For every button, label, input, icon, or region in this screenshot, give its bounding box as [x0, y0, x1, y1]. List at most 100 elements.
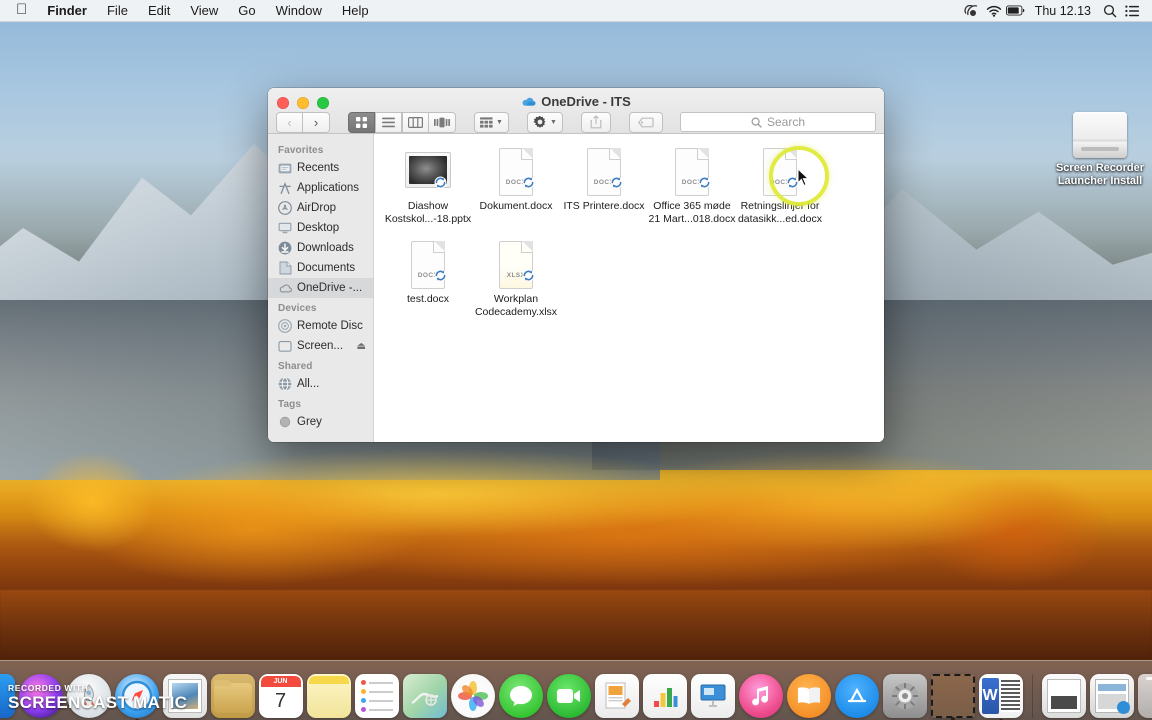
- onedrive-sync-badge-icon: [434, 269, 447, 282]
- window-title: OneDrive - ITS: [268, 94, 884, 109]
- icon-view-button[interactable]: [348, 111, 375, 133]
- finder-window[interactable]: OneDrive - ITS ‹ › ▼ ▼ Search Favorites …: [268, 88, 884, 442]
- menu-item-edit[interactable]: Edit: [138, 0, 180, 22]
- dock-item-system-preferences[interactable]: [882, 674, 927, 718]
- dock-item-pages[interactable]: [594, 674, 639, 718]
- sidebar-item-airdrop[interactable]: AirDrop: [268, 198, 373, 218]
- sidebar-item-documents[interactable]: Documents: [268, 258, 373, 278]
- gallery-view-button[interactable]: [429, 111, 456, 133]
- dock-item-itunes[interactable]: [738, 674, 783, 718]
- dock-item-reminders[interactable]: [354, 674, 399, 718]
- tags-button[interactable]: [628, 111, 663, 133]
- onedrive-sync-badge-icon: [698, 176, 711, 189]
- dock-item-numbers[interactable]: [642, 674, 687, 718]
- dock-item-maps[interactable]: [402, 674, 447, 718]
- menu-item-window[interactable]: Window: [266, 0, 332, 22]
- nav-buttons: ‹ ›: [276, 111, 330, 133]
- dock-item-photos-preview[interactable]: [162, 674, 207, 718]
- dock-item-finder[interactable]: [0, 674, 15, 718]
- finder-content-area[interactable]: Diashow Kostskol...-18.pptx DOCX Dokument.…: [374, 134, 884, 442]
- file-item[interactable]: DOCX Dokument.docx: [472, 146, 560, 225]
- file-item[interactable]: XLSX Workplan Codecademy.xlsx: [472, 239, 560, 318]
- dock-item-documents-stack[interactable]: [1041, 674, 1086, 718]
- search-input[interactable]: Search: [680, 112, 876, 132]
- dock-item-downloads-stack[interactable]: [1089, 674, 1134, 718]
- dock-item-screen-recorder[interactable]: [930, 674, 975, 720]
- action-gear-button[interactable]: ▼: [526, 111, 563, 133]
- docx-file-icon: DOCX: [667, 146, 717, 196]
- sidebar-item-downloads[interactable]: Downloads: [268, 238, 373, 258]
- file-item[interactable]: DOCX Retningslinjer for datasikk...ed.doc…: [736, 146, 824, 225]
- sidebar-item-label: AirDrop: [297, 202, 336, 214]
- dock-item-folder[interactable]: [210, 674, 255, 718]
- sidebar-section-devices: Devices: [278, 303, 317, 314]
- file-item[interactable]: DOCX ITS Printere.docx: [560, 146, 648, 225]
- finder-body: Favorites Recents Applications AirDrop Deskt…: [268, 134, 884, 442]
- back-button[interactable]: ‹: [276, 111, 303, 133]
- file-item[interactable]: DOCX test.docx: [384, 239, 472, 318]
- file-name-label: Workplan Codecademy.xlsx: [474, 293, 558, 318]
- finder-titlebar[interactable]: OneDrive - ITS ‹ › ▼ ▼ Search: [268, 88, 884, 134]
- file-item[interactable]: Diashow Kostskol...-18.pptx: [384, 146, 472, 225]
- dock-item-photos[interactable]: [450, 674, 495, 718]
- file-item[interactable]: DOCX Office 365 møde 21 Mart...018.docx: [648, 146, 736, 225]
- eject-icon[interactable]: ⏏: [357, 341, 369, 352]
- search-icon: [751, 116, 762, 128]
- recents-icon: [278, 161, 292, 175]
- dock-item-siri[interactable]: [18, 674, 63, 718]
- menu-item-finder[interactable]: Finder: [37, 0, 97, 22]
- menu-item-view[interactable]: View: [180, 0, 228, 22]
- apple-logo-icon[interactable]: : [10, 0, 37, 23]
- sidebar-item-onedrive[interactable]: OneDrive -...: [268, 278, 373, 298]
- airplay-icon[interactable]: [962, 0, 982, 22]
- sidebar-item-recents[interactable]: Recents: [268, 158, 373, 178]
- notification-center-icon[interactable]: [1122, 0, 1142, 22]
- dock-item-app-store[interactable]: [834, 674, 879, 718]
- documents-icon: [278, 261, 292, 275]
- spotlight-search-icon[interactable]: [1100, 0, 1120, 22]
- menu-item-help[interactable]: Help: [332, 0, 379, 22]
- menu-item-go[interactable]: Go: [228, 0, 265, 22]
- dock-item-facetime[interactable]: [546, 674, 591, 718]
- wifi-icon[interactable]: [984, 0, 1004, 22]
- dock-item-messages[interactable]: [498, 674, 543, 718]
- menu-item-file[interactable]: File: [97, 0, 138, 22]
- grey-tag-icon: [278, 415, 292, 429]
- sidebar-item-applications[interactable]: Applications: [268, 178, 373, 198]
- finder-sidebar[interactable]: Favorites Recents Applications AirDrop Deskt…: [268, 134, 374, 442]
- sidebar-item-desktop[interactable]: Desktop: [268, 218, 373, 238]
- sidebar-item-label: Screen...: [297, 340, 344, 352]
- applications-icon: [278, 181, 292, 195]
- dock-item-safari[interactable]: [114, 674, 159, 720]
- sidebar-item-label: Desktop: [297, 222, 340, 234]
- list-view-button[interactable]: [375, 111, 402, 133]
- dock-item-keynote[interactable]: [690, 674, 735, 718]
- file-grid: Diashow Kostskol...-18.pptx DOCX Dokument.…: [384, 146, 880, 332]
- docx-file-icon: DOCX: [491, 146, 541, 196]
- dock-item-trash[interactable]: [1137, 674, 1152, 718]
- forward-button[interactable]: ›: [303, 111, 330, 133]
- column-view-button[interactable]: [402, 111, 429, 133]
- battery-icon[interactable]: [1005, 0, 1026, 22]
- onedrive-sync-badge-icon: [522, 176, 535, 189]
- share-button[interactable]: [580, 111, 611, 133]
- dock[interactable]: JUN 7 W: [0, 660, 1152, 720]
- sidebar-item-grey[interactable]: Grey: [268, 412, 373, 432]
- sidebar-item-screen[interactable]: Screen... ⏏: [268, 336, 373, 356]
- dock-item-notes[interactable]: [306, 674, 351, 718]
- dock-item-calendar[interactable]: JUN 7: [258, 674, 303, 718]
- sidebar-item-label: Documents: [297, 262, 356, 274]
- sidebar-item-all[interactable]: All...: [268, 374, 373, 394]
- desktop-icon-screen-recorder[interactable]: Screen Recorder Launcher Install: [1052, 112, 1148, 188]
- menu-bar-clock[interactable]: Thu 12.13: [1028, 0, 1098, 22]
- desktop-screen:  Finder File Edit View Go Window Help T…: [0, 0, 1152, 720]
- autumn-trees-decor: [0, 430, 1152, 610]
- sidebar-item-label: Downloads: [297, 242, 354, 254]
- sidebar-item-remote-disc[interactable]: Remote Disc: [268, 316, 373, 336]
- dock-item-microsoft-word[interactable]: W: [978, 674, 1023, 720]
- dock-item-launchpad[interactable]: [66, 674, 111, 718]
- arrange-by-button[interactable]: ▼: [474, 111, 509, 133]
- menu-bar-left:  Finder File Edit View Go Window Help: [0, 0, 379, 23]
- dock-item-ibooks[interactable]: [786, 674, 831, 718]
- onedrive-sync-badge-icon: [610, 176, 623, 189]
